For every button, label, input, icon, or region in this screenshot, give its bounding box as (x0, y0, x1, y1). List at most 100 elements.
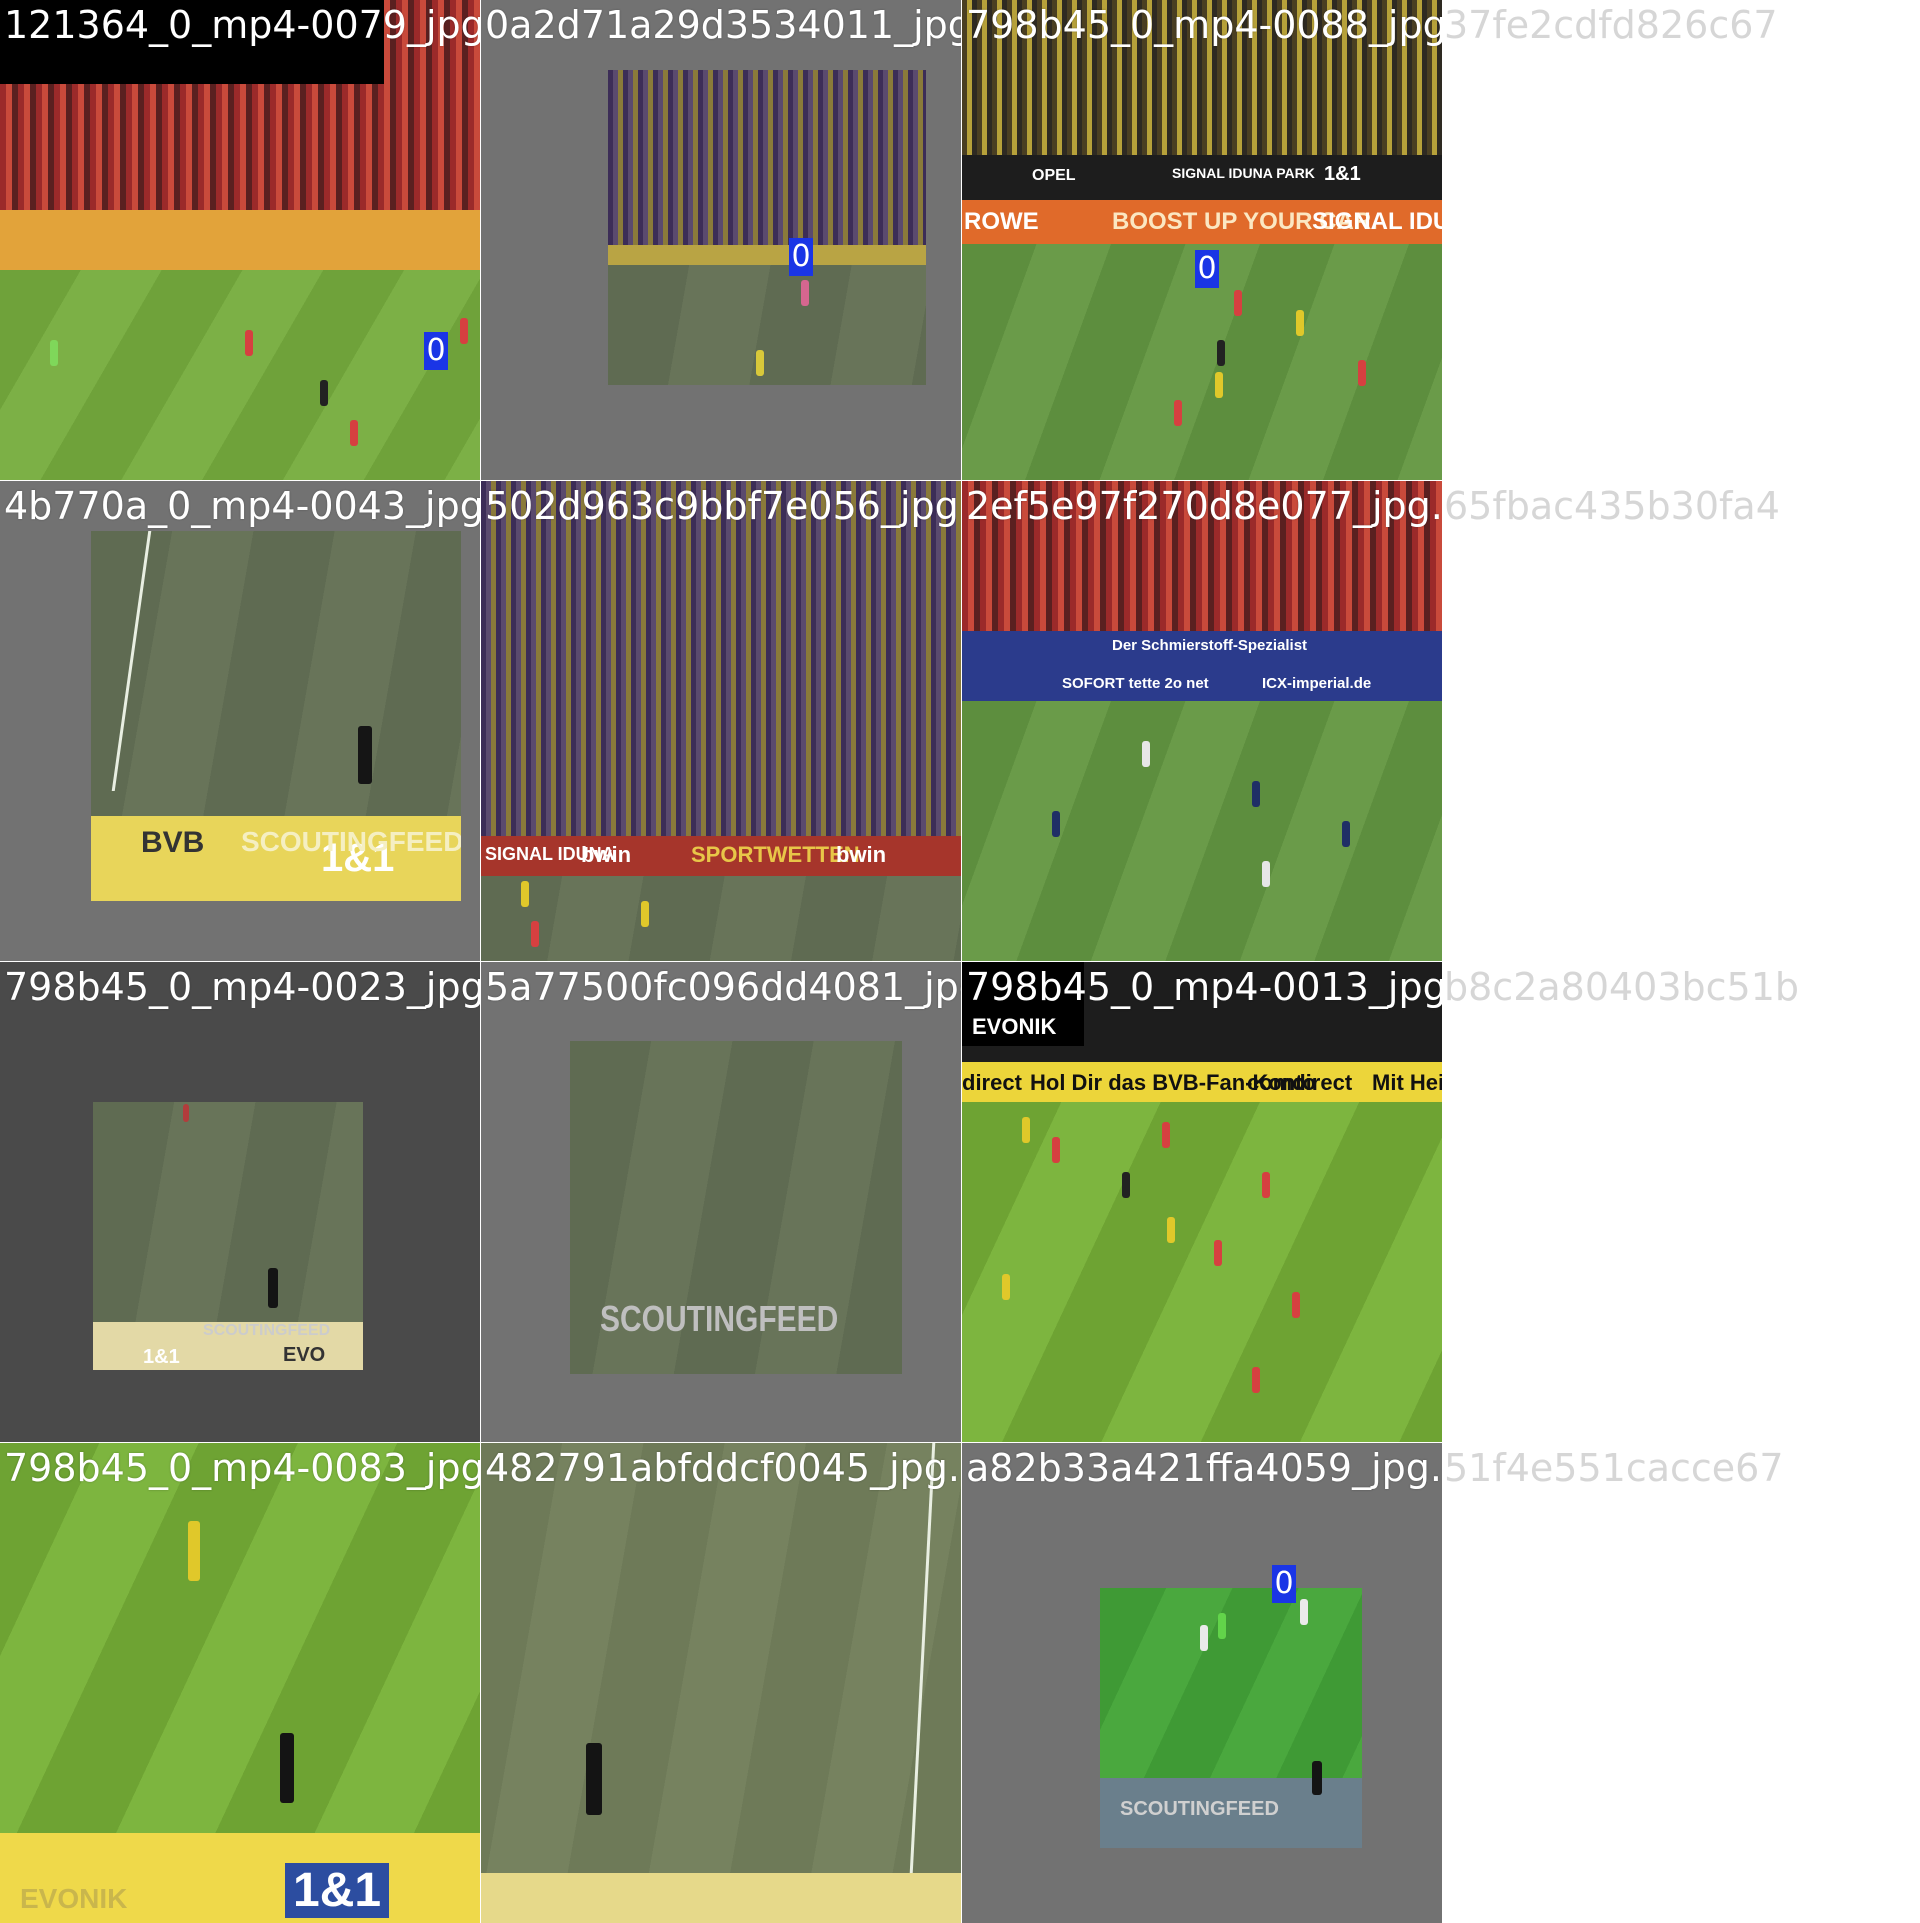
tile-label: 502d963c9bbf7e056_jpg.rf. (485, 484, 961, 528)
tile-label-tail: b8c2a80403bc51b (1444, 965, 1800, 1009)
player (183, 1104, 189, 1122)
tile-label: a82b33a421ffa4059_jpg.rf. (966, 1446, 1442, 1490)
ad-board (608, 245, 926, 265)
player (1296, 310, 1304, 336)
tile-3: OPEL SIGNAL IDUNA PARK 1&1 ROWE BOOST UP… (962, 0, 1442, 480)
pitch-image (0, 1443, 480, 1833)
player (1252, 781, 1260, 807)
tile-7: 1&1 EVO SCOUTINGFEED 798b45_0_mp4-0023_j… (0, 962, 480, 1442)
tile-2: 0 0a2d71a29d3534011_jpg.rf. 798b45_0_mp4… (481, 0, 961, 480)
board-text: SOFORT tette 2o net (1062, 675, 1209, 692)
player (1217, 340, 1225, 366)
person (280, 1733, 294, 1803)
ad-board: OPEL SIGNAL IDUNA PARK 1&1 (962, 155, 1442, 200)
board-text: SCOUTINGFEED (203, 1322, 331, 1339)
pitch-image (91, 531, 461, 861)
board-text: SCOUTINGFEED (1120, 1798, 1279, 1820)
tile-label: 0a2d71a29d3534011_jpg.rf. (485, 3, 961, 47)
person (586, 1743, 602, 1815)
board-text: OPEL (1032, 167, 1076, 184)
pitch-image (1100, 1588, 1362, 1778)
pitch-image: SCOUTINGFEED (570, 1041, 902, 1374)
player (188, 1521, 200, 1581)
ad-board (0, 210, 480, 270)
ad-board: SCOUTINGFEED (1100, 1778, 1362, 1848)
board-text: EVO (283, 1344, 326, 1366)
player (50, 340, 58, 366)
tile-11: 482791abfddcf0045_jpg.rf. a82b33a421ffa4… (481, 1443, 961, 1923)
board-text: ROWE (964, 208, 1039, 235)
tile-label: 798b45_0_mp4-0088_jpg.rf. (966, 3, 1442, 47)
board-text: BVB (141, 826, 205, 859)
pitch-image (608, 265, 926, 385)
player (1218, 1613, 1226, 1639)
player (1292, 1292, 1300, 1318)
tile-label-tail: 51f4e551cacce67 (1444, 1446, 1784, 1490)
ad-board: SIGNAL IDUNA bwin SPORTWETTEN bwin (481, 836, 961, 876)
player (1052, 811, 1060, 837)
tile-label: 482791abfddcf0045_jpg.rf. (485, 1446, 961, 1490)
player (521, 881, 529, 907)
board-text: Der Schmierstoff-Spezialist (1112, 637, 1308, 654)
tile-6: Der Schmierstoff-Spezialist SOFORT tette… (962, 481, 1442, 961)
tile-4: BVB 1&1 SCOUTINGFEED 4b770a_0_mp4-0043_j… (0, 481, 480, 961)
person (1312, 1761, 1322, 1795)
board-text: 1&1 (143, 1346, 180, 1368)
player (531, 921, 539, 947)
player (1358, 360, 1366, 386)
player (801, 280, 809, 306)
board-text: direct (962, 1070, 1022, 1095)
board-text: bwin (836, 842, 887, 867)
player (1122, 1172, 1130, 1198)
player (1200, 1625, 1208, 1651)
player (756, 350, 764, 376)
tile-label: 798b45_0_mp4-0023_jpg.rf. (4, 965, 480, 1009)
tile-label: 2ef5e97f270d8e077_jpg.rf. (966, 484, 1442, 528)
person (268, 1268, 278, 1308)
board-text: comdirect (1247, 1070, 1353, 1095)
pitch-image (962, 1102, 1442, 1442)
player (1262, 861, 1270, 887)
detection-badge: 0 (789, 238, 813, 276)
board-text: SCOUTINGFEED (241, 826, 461, 857)
crowd-image (608, 70, 926, 245)
pitch-image (93, 1102, 363, 1332)
board-text: 1&1 (285, 1863, 390, 1918)
detection-badge: 0 (424, 332, 448, 370)
tile-label-tail: 37fe2cdfd826c67 (1444, 3, 1778, 47)
player (1215, 372, 1223, 398)
pitch-image (0, 270, 480, 480)
tile-label: 798b45_0_mp4-0013_jpg.rf. (966, 965, 1442, 1009)
board-text: SCOUTINGFEED (600, 1299, 839, 1340)
player (1052, 1137, 1060, 1163)
ad-board: 1&1 EVO SCOUTINGFEED (93, 1322, 363, 1370)
board-text: EVONIK (972, 1014, 1057, 1039)
player (320, 380, 328, 406)
ad-board: direct Hol Dir das BVB-Fan-Konto comdire… (962, 1062, 1442, 1102)
tile-label: 5a77500fc096dd4081_jpg.rf. (485, 965, 961, 1009)
board-text: bwin (581, 842, 632, 867)
board-text: ICX-imperial.de (1262, 675, 1372, 692)
detection-badge: 0 (1272, 1565, 1296, 1603)
player (1300, 1599, 1308, 1625)
person (358, 726, 372, 784)
player (1167, 1217, 1175, 1243)
player (1214, 1240, 1222, 1266)
tile-12: SCOUTINGFEED 0 a82b33a421ffa4059_jpg.rf. (962, 1443, 1442, 1923)
tile-8: SCOUTINGFEED 5a77500fc096dd4081_jpg.rf. … (481, 962, 961, 1442)
ad-board: ROWE BOOST UP YOUR CAR. SIGNAL IDUNA (962, 200, 1442, 244)
player (1342, 821, 1350, 847)
player (1022, 1117, 1030, 1143)
ad-board: Der Schmierstoff-Spezialist SOFORT tette… (962, 631, 1442, 701)
player (350, 420, 358, 446)
tile-1: 0 121364_0_mp4-0079_jpg.rf. 0a2d71a29d35… (0, 0, 480, 480)
ad-board (481, 1873, 961, 1923)
tile-9: EVONIK direct Hol Dir das BVB-Fan-Konto … (962, 962, 1442, 1442)
pitch-image (481, 876, 961, 961)
ad-board: EVONIK 1&1 (0, 1833, 480, 1923)
tile-label: 121364_0_mp4-0079_jpg.rf. (4, 3, 480, 47)
pitch-image (481, 1443, 961, 1873)
player (1162, 1122, 1170, 1148)
board-text: SPORTWETTEN (691, 842, 860, 867)
player (1252, 1367, 1260, 1393)
